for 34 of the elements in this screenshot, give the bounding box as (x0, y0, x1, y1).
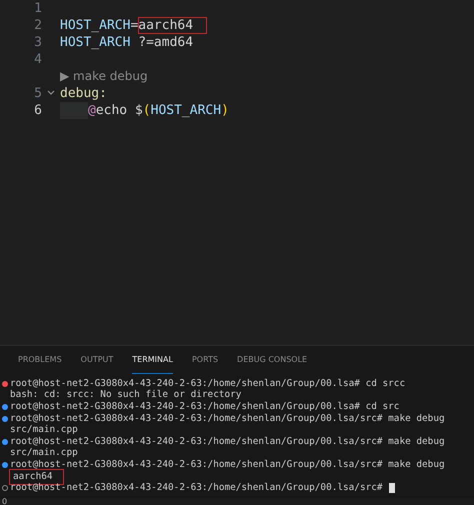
codelens-link[interactable]: ▶ make debug (60, 68, 148, 85)
terminal-line: aarch64 (10, 470, 63, 484)
panel-tab[interactable]: OUTPUT (80, 350, 114, 374)
status-dot-icon (2, 380, 8, 387)
line-number: 5 (33, 85, 42, 102)
line-number: 1 (33, 0, 42, 17)
status-dot-icon (2, 404, 8, 410)
line-number: 6 (33, 102, 42, 119)
terminal-line: root@host-net2-G3080x4-43-240-2-63:/home/shenlan/Group/00.lsa/src# make debug (10, 412, 445, 424)
terminal-line: bash: cd: srcc: No such file or directory (10, 388, 242, 402)
status-dot-icon (2, 416, 8, 422)
code-line: HOST_ARCH=aarch64 (60, 17, 208, 34)
terminal-line: src/main.cpp (10, 446, 78, 460)
fold-chevron-icon[interactable] (47, 90, 55, 96)
terminal-line: root@host-net2-G3080x4-43-240-2-63:/home/shenlan/Group/00.lsa/src# make debug (10, 458, 445, 472)
status-dot-icon (2, 438, 8, 445)
line-number: 2 (33, 17, 42, 34)
code-line: @echo $(HOST_ARCH) (88, 102, 229, 119)
terminal-line: root@host-net2-G3080x4-43-240-2-63:/home/shenlan/Group/00.lsa# cd src (10, 400, 400, 414)
status-dot-icon (2, 462, 8, 468)
panel-tab[interactable]: PROBLEMS (18, 350, 62, 374)
terminal-line: root@host-net2-G3080x4-43-240-2-63:/home/shenlan/Group/00.lsa# cd srcc (10, 376, 406, 390)
terminal-line: root@host-net2-G3080x4-43-240-2-63:/home/shenlan/Group/00.lsa/src# make debug (10, 434, 445, 448)
status-dot-icon (2, 485, 8, 492)
line-number: 3 (33, 34, 42, 51)
panel-tab[interactable]: TERMINAL (132, 350, 173, 374)
terminal-line: root@host-net2-G3080x4-43-240-2-63:/home/shenlan/Group/00.lsa/src# (10, 481, 384, 496)
terminal-line: src/main.cpp (10, 423, 78, 436)
code-line: debug: (60, 85, 107, 102)
line-number: 4 (33, 51, 42, 68)
status-count: 0 (2, 497, 8, 505)
panel-tab[interactable]: DEBUG CONSOLE (237, 350, 308, 374)
panel-tab[interactable]: PORTS (192, 350, 218, 374)
code-line: HOST_ARCH ?=amd64 (60, 34, 194, 51)
